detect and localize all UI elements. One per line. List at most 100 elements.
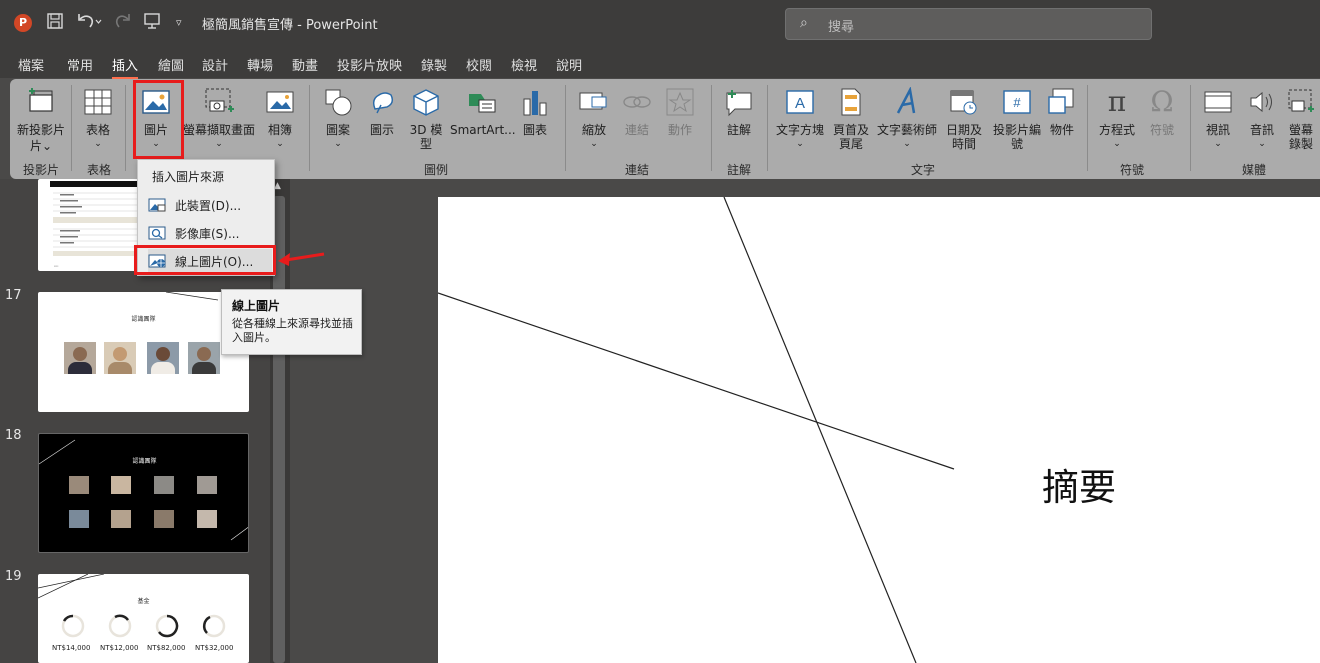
tab-record[interactable]: 錄製 (421, 55, 447, 74)
title-bar: P ▿ 極簡風銷售宣傳 - PowerPoint ⌕ 搜尋 (0, 0, 1320, 48)
wordart-icon (876, 83, 938, 121)
powerpoint-logo-icon: P (14, 14, 32, 32)
tab-animations[interactable]: 動畫 (292, 55, 318, 74)
tab-home[interactable]: 常用 (67, 55, 93, 74)
pi-icon: π (1107, 85, 1127, 118)
cube-icon (405, 83, 447, 121)
group-label-illustrations: 圖例 (424, 163, 449, 177)
redo-icon[interactable] (114, 12, 132, 36)
screen-recording-button[interactable]: 螢幕錄製 (1284, 83, 1318, 161)
online-pictures-tooltip: 線上圖片 從各種線上來源尋找並插入圖片。 (221, 289, 362, 355)
link-button[interactable]: 連結 (620, 83, 654, 161)
video-button[interactable]: 視訊 ⌄ (1198, 83, 1238, 161)
screen-recording-icon (1284, 83, 1318, 121)
search-input[interactable]: ⌕ 搜尋 (785, 8, 1152, 40)
3d-models-button[interactable]: 3D 模型 (405, 83, 447, 161)
slide-19-value: NT$14,000 (52, 644, 91, 652)
slide-18-title: 認識團隊 (132, 458, 157, 465)
slide-number-17: 17 (5, 288, 22, 303)
current-slide-canvas[interactable]: 摘要 (438, 197, 1320, 663)
shapes-icon (316, 83, 360, 121)
team-photo (104, 342, 136, 374)
slide-19-value: NT$12,000 (100, 644, 139, 652)
video-icon (1198, 83, 1238, 121)
slide-17-title: 認識團隊 (131, 316, 156, 323)
tab-slideshow[interactable]: 投影片放映 (337, 55, 402, 74)
photo-album-button[interactable]: 相簿 ⌄ (260, 83, 300, 161)
comment-button[interactable]: 註解 (720, 83, 758, 161)
slide-number-button[interactable]: # 投影片編號 (990, 83, 1044, 161)
tab-file[interactable]: 檔案 (18, 55, 44, 74)
scroll-up-arrow-icon[interactable]: ▲ (274, 181, 281, 191)
tab-help[interactable]: 說明 (556, 55, 582, 74)
action-button[interactable]: 動作 (660, 83, 700, 161)
stock-images-option[interactable]: 影像庫(S)... (148, 221, 272, 245)
tab-transitions[interactable]: 轉場 (247, 55, 273, 74)
datetime-button[interactable]: 日期及時間 (942, 83, 986, 161)
slide-19-value: NT$32,000 (195, 644, 234, 652)
document-title: 極簡風銷售宣傳 - PowerPoint (202, 18, 378, 33)
header-footer-button[interactable]: 頁首及頁尾 (830, 83, 872, 161)
team-photo (69, 510, 89, 528)
zoom-icon (574, 83, 614, 121)
slide-number-18: 18 (5, 428, 22, 443)
red-arrow-icon (278, 252, 325, 266)
slide-19-value: NT$82,000 (147, 644, 186, 652)
zoom-button[interactable]: 縮放 ⌄ (574, 83, 614, 161)
object-button[interactable]: 物件 (1044, 83, 1080, 161)
shapes-button[interactable]: 圖案 ⌄ (316, 83, 360, 161)
team-photo (197, 510, 217, 528)
chart-icon (516, 83, 554, 121)
menu-tabs: 檔案 常用 插入 繪圖 設計 轉場 動畫 投影片放映 錄製 校閱 檢視 說明 (0, 48, 1320, 80)
present-from-start-icon[interactable] (143, 12, 161, 36)
slide-number-19: 19 (5, 569, 22, 584)
header-footer-icon (830, 83, 872, 121)
undo-icon[interactable] (76, 12, 102, 36)
tooltip-title: 線上圖片 (232, 299, 281, 313)
team-photo (154, 510, 174, 528)
this-device-option[interactable]: 此裝置(D)... (148, 193, 272, 217)
object-icon (1044, 83, 1080, 121)
slide-19-title: 基金 (137, 598, 150, 605)
slide-thumbnail-19[interactable]: 基金 NT$14,000 NT$12,000 NT$82,000 NT$32,0… (38, 574, 249, 663)
team-photo (111, 510, 131, 528)
stock-images-icon (148, 226, 166, 240)
screenshot-icon (180, 83, 258, 121)
new-slide-button[interactable]: 新投影片 片⌄ (16, 83, 66, 161)
online-pictures-highlight-box (134, 245, 276, 275)
group-label-text: 文字 (911, 163, 936, 177)
symbol-button[interactable]: Ω 符號 (1144, 83, 1180, 161)
wordart-button[interactable]: 文字藝術師 ⌄ (876, 83, 938, 161)
tab-draw[interactable]: 繪圖 (158, 55, 184, 74)
icons-icon (364, 83, 400, 121)
save-icon[interactable] (46, 12, 64, 36)
icons-button[interactable]: 圖示 (364, 83, 400, 161)
table-button[interactable]: 表格 ⌄ (76, 83, 120, 161)
tab-insert[interactable]: 插入 (112, 55, 139, 80)
team-photo (64, 342, 96, 374)
team-photo (111, 476, 131, 494)
equation-button[interactable]: π 方程式 ⌄ (1092, 83, 1142, 161)
audio-button[interactable]: 音訊 ⌄ (1242, 83, 1282, 161)
customize-toolbar-icon[interactable]: ▿ (176, 12, 182, 34)
dropdown-header: 插入圖片來源 (152, 170, 225, 184)
tab-review[interactable]: 校閱 (466, 55, 492, 74)
textbox-button[interactable]: A 文字方塊 ⌄ (774, 83, 826, 161)
tab-view[interactable]: 檢視 (511, 55, 537, 74)
team-photo (188, 342, 220, 374)
slide-thumbnail-18[interactable]: 認識團隊 (38, 433, 249, 553)
chart-button[interactable]: 圖表 (516, 83, 554, 161)
svg-text:#: # (1013, 95, 1021, 110)
slide-thumbnail-17[interactable]: 認識團隊 (38, 292, 249, 412)
screenshot-button[interactable]: 螢幕擷取畫面 ⌄ (180, 83, 258, 161)
group-label-symbols: 符號 (1120, 163, 1145, 177)
search-placeholder: 搜尋 (828, 20, 855, 35)
svg-text:▪▪▪▪: ▪▪▪▪ (54, 264, 58, 268)
group-label-tables: 表格 (87, 163, 112, 177)
search-icon: ⌕ (800, 15, 808, 31)
tab-design[interactable]: 設計 (202, 55, 228, 74)
table-icon (76, 83, 120, 121)
slide-title-text[interactable]: 摘要 (1042, 457, 1116, 511)
smartart-button[interactable]: SmartArt... (450, 83, 516, 161)
photo-album-icon (260, 83, 300, 121)
